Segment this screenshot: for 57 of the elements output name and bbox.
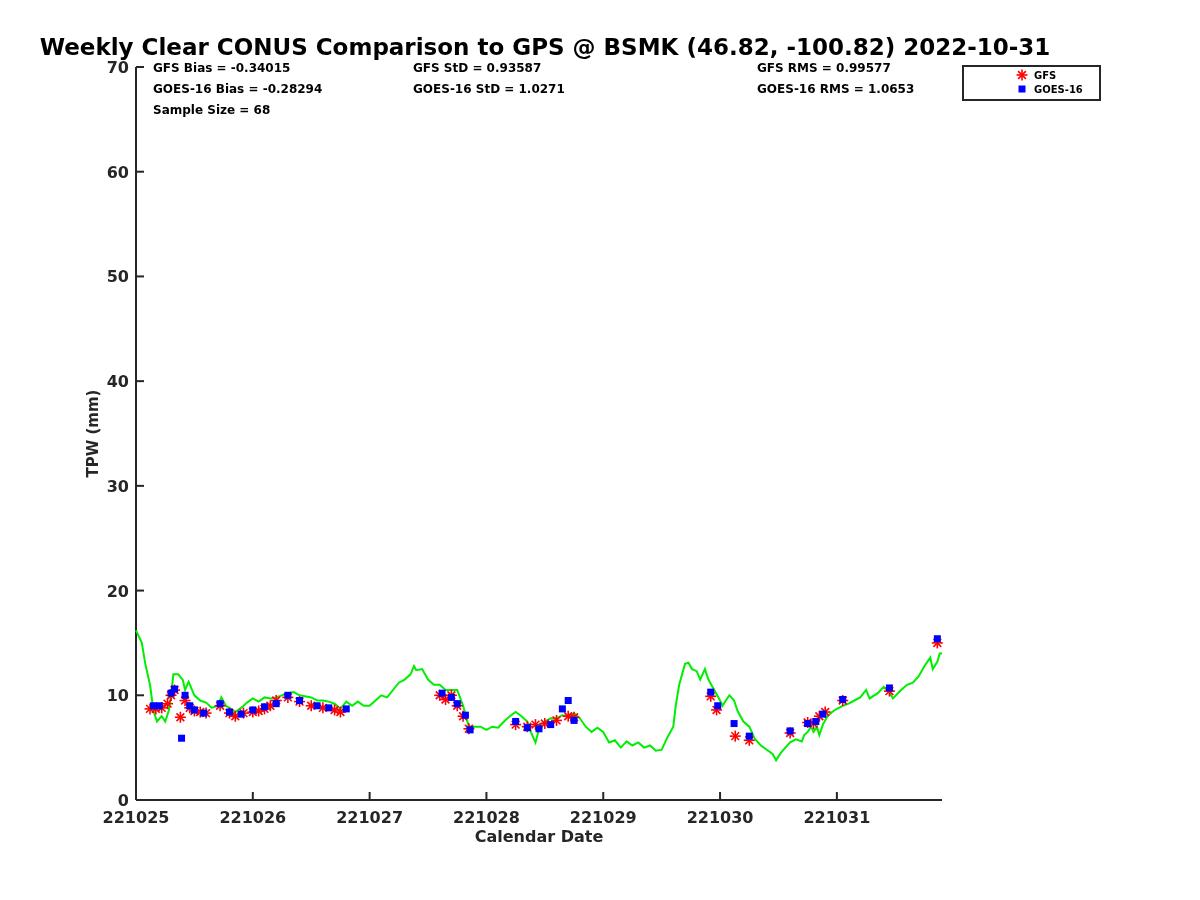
- x-tick-label: 221030: [686, 808, 754, 827]
- square-marker: [745, 732, 753, 740]
- statistic-text: GFS RMS = 0.99577: [757, 61, 891, 75]
- square-marker: [570, 716, 578, 724]
- legend-swatch: [1015, 68, 1029, 82]
- square-marker: [296, 697, 304, 704]
- x-tick-label: 221029: [569, 808, 637, 827]
- y-tick-label: 10: [106, 686, 129, 706]
- square-marker: [885, 684, 893, 692]
- square-marker: [730, 720, 738, 728]
- y-tick-label: 40: [106, 372, 129, 392]
- x-axis-label: Calendar Date: [474, 827, 604, 846]
- square-marker: [707, 688, 715, 696]
- x-tick-label: 221025: [102, 808, 170, 827]
- asterisk-marker: [174, 711, 187, 724]
- square-marker: [839, 695, 847, 703]
- square-marker: [466, 726, 474, 734]
- square-marker: [461, 711, 469, 719]
- statistic-text: GOES-16 RMS = 1.0653: [757, 82, 915, 96]
- statistic-text: Sample Size = 68: [153, 103, 271, 117]
- square-marker: [284, 691, 292, 699]
- x-tick-label: 221026: [219, 808, 287, 827]
- legend-label: GFS: [1034, 70, 1057, 81]
- x-tick-label: 221027: [336, 808, 403, 827]
- chart-title: Weekly Clear CONUS Comparison to GPS @ BSMK (46.82, -100.82) 2022-10-31: [39, 34, 1051, 60]
- square-marker: [535, 725, 543, 733]
- square-marker: [261, 703, 268, 711]
- legend-swatch: [1018, 85, 1026, 93]
- statistic-text: GFS Bias = -0.34015: [153, 61, 291, 75]
- square-marker: [512, 717, 520, 725]
- square-marker: [547, 721, 555, 729]
- square-marker: [200, 709, 208, 717]
- statistic-text: GFS StD = 0.93587: [413, 61, 542, 75]
- statistic-text: GOES-16 StD = 1.0271: [413, 82, 565, 96]
- y-tick-label: 50: [106, 267, 129, 287]
- square-marker: [786, 727, 794, 735]
- y-axis-label: TPW (mm): [84, 389, 102, 478]
- square-marker: [237, 710, 245, 718]
- square-marker: [714, 702, 722, 710]
- square-marker: [342, 705, 350, 713]
- legend-label: GOES-16: [1034, 84, 1083, 95]
- square-marker: [249, 706, 257, 714]
- x-tick-label: 221028: [453, 808, 520, 827]
- square-marker: [313, 702, 321, 710]
- x-tick-label: 221031: [803, 808, 871, 827]
- y-tick-label: 0: [117, 791, 129, 810]
- square-marker: [933, 635, 941, 643]
- square-marker: [523, 724, 531, 732]
- square-marker: [181, 691, 189, 699]
- y-tick-label: 60: [106, 162, 129, 182]
- square-marker: [272, 700, 280, 708]
- statistic-text: GOES-16 Bias = -0.28294: [153, 82, 323, 96]
- asterisk-marker: [728, 729, 742, 743]
- y-tick-label: 30: [106, 476, 129, 496]
- square-marker: [178, 734, 186, 742]
- square-marker: [325, 704, 333, 712]
- y-tick-label: 20: [106, 581, 129, 601]
